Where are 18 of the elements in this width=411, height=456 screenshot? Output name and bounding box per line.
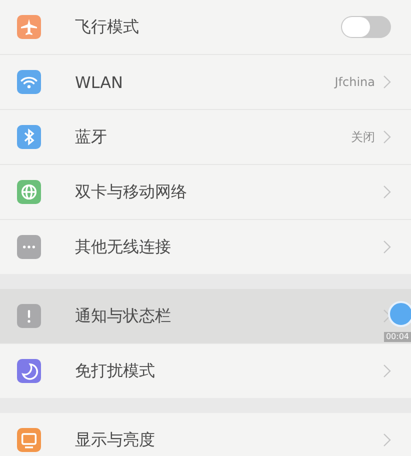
settings-row[interactable]: 蓝牙 关闭 xyxy=(0,110,411,165)
setting-label: 蓝牙 xyxy=(75,126,108,148)
settings-row[interactable]: 显示与亮度 xyxy=(0,413,411,456)
record-timer: 00:04 xyxy=(384,332,411,342)
settings-row[interactable]: 其他无线连接 xyxy=(0,220,411,274)
setting-label: 飞行模式 xyxy=(75,16,140,38)
setting-label: 其他无线连接 xyxy=(75,236,172,258)
settings-row[interactable]: 免打扰模式 xyxy=(0,344,411,398)
setting-label: 免打扰模式 xyxy=(75,360,156,382)
settings-row[interactable]: 双卡与移动网络 xyxy=(0,165,411,220)
setting-label: WLAN xyxy=(75,72,124,92)
setting-value: 关闭 xyxy=(351,128,375,146)
setting-label: 通知与状态栏 xyxy=(75,306,172,326)
setting-value: Jfchina xyxy=(334,75,375,89)
setting-label: 显示与亮度 xyxy=(75,430,156,450)
setting-label: 双卡与移动网络 xyxy=(75,182,188,202)
settings-row[interactable]: 飞行模式 xyxy=(0,0,411,55)
settings-row[interactable]: WLAN Jfchina xyxy=(0,55,411,110)
